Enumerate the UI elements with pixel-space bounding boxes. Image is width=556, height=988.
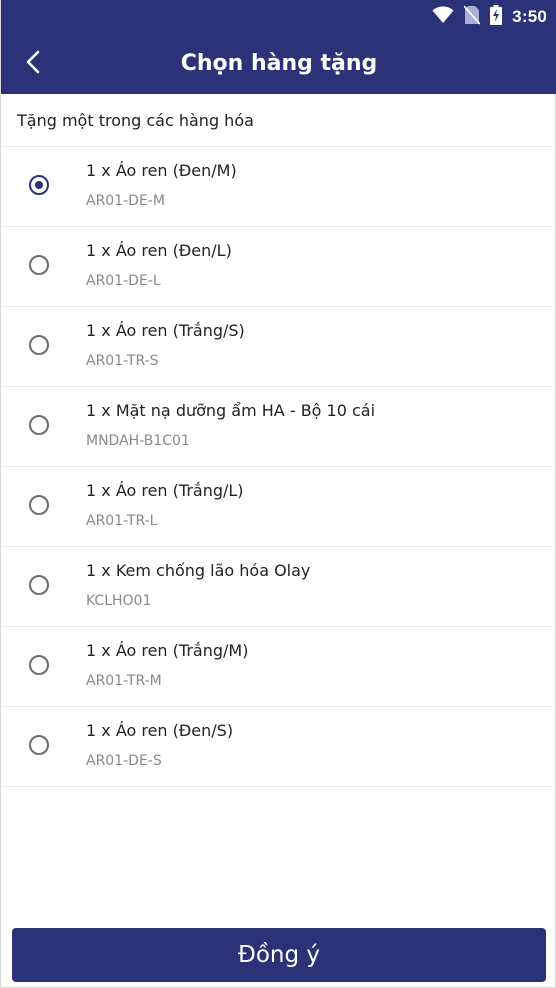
gift-code: AR01-TR-M <box>86 673 162 689</box>
gift-code: MNDAH-B1C01 <box>86 433 190 449</box>
gift-option-row[interactable]: 1 x Áo ren (Đen/S) AR01-DE-S <box>1 707 556 787</box>
gift-name: 1 x Kem chống lão hóa Olay <box>86 561 311 580</box>
gift-option-row[interactable]: 1 x Áo ren (Đen/L) AR01-DE-L <box>1 227 556 307</box>
gift-option-row[interactable]: 1 x Mặt nạ dưỡng ẩm HA - Bộ 10 cái MNDAH-… <box>1 387 556 467</box>
gift-option-row[interactable]: 1 x Áo ren (Trắng/L) AR01-TR-L <box>1 467 556 547</box>
no-sim-icon <box>463 4 481 30</box>
gift-name: 1 x Mặt nạ dưỡng ẩm HA - Bộ 10 cái <box>86 401 376 420</box>
radio-button[interactable] <box>29 255 49 275</box>
radio-button[interactable] <box>29 335 49 355</box>
gift-code: KCLHO01 <box>86 593 152 609</box>
radio-button[interactable] <box>29 415 49 435</box>
status-bar: 3:50 <box>1 0 556 34</box>
status-icons: 3:50 <box>432 4 547 30</box>
gift-code: AR01-DE-S <box>86 753 162 769</box>
gift-option-row[interactable]: 1 x Áo ren (Trắng/S) AR01-TR-S <box>1 307 556 387</box>
wifi-icon <box>432 6 454 29</box>
gift-name: 1 x Áo ren (Trắng/S) <box>86 321 245 340</box>
gift-code: AR01-TR-S <box>86 353 159 369</box>
page-title: Chọn hàng tặng <box>180 51 378 76</box>
confirm-button[interactable]: Đồng ý <box>12 928 546 982</box>
gift-selection-screen: 3:50 Chọn hàng tặng Tặng một trong các h… <box>0 0 556 988</box>
gift-code: AR01-DE-L <box>86 273 161 289</box>
radio-button-selected[interactable] <box>29 175 49 195</box>
radio-button[interactable] <box>29 735 49 755</box>
gift-option-row[interactable]: 1 x Áo ren (Đen/M) AR01-DE-M <box>1 147 556 227</box>
gift-name: 1 x Áo ren (Trắng/M) <box>86 641 249 660</box>
radio-button[interactable] <box>29 655 49 675</box>
gift-name: 1 x Áo ren (Đen/S) <box>86 721 234 740</box>
gift-name: 1 x Áo ren (Đen/M) <box>86 161 237 180</box>
app-bar: Chọn hàng tặng <box>1 34 556 94</box>
battery-charging-icon <box>490 4 503 30</box>
gift-option-row[interactable]: 1 x Áo ren (Trắng/M) AR01-TR-M <box>1 627 556 707</box>
gift-code: AR01-DE-M <box>86 193 165 209</box>
status-time: 3:50 <box>512 7 547 26</box>
gift-option-row[interactable]: 1 x Kem chống lão hóa Olay KCLHO01 <box>1 547 556 627</box>
radio-button[interactable] <box>29 575 49 595</box>
radio-button[interactable] <box>29 495 49 515</box>
gift-code: AR01-TR-L <box>86 513 158 529</box>
section-header: Tặng một trong các hàng hóa <box>1 94 556 147</box>
gift-name: 1 x Áo ren (Trắng/L) <box>86 481 244 500</box>
gift-name: 1 x Áo ren (Đen/L) <box>86 241 232 260</box>
gift-list: 1 x Áo ren (Đen/M) AR01-DE-M 1 x Áo ren (Đ… <box>1 147 556 787</box>
